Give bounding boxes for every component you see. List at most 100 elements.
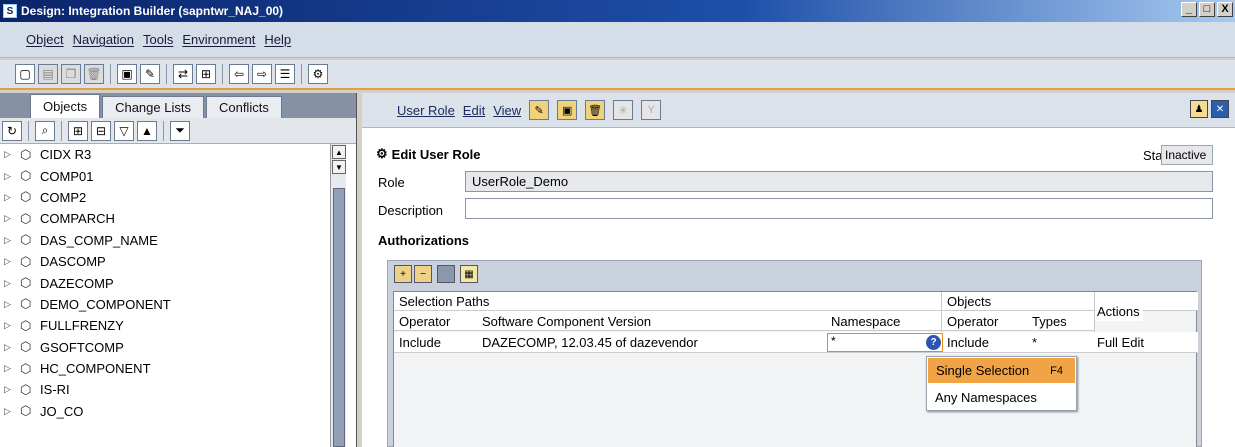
menu-environment[interactable]: Environment [182,32,255,47]
table-toolbar: + − ▦ [388,261,1201,287]
option-single-selection[interactable]: Single Selection F4 [928,358,1075,383]
menu-edit[interactable]: Edit [463,103,485,118]
funnel-icon[interactable]: ⏷ [170,120,190,141]
edit-icon[interactable]: ✎ [140,64,160,84]
find-icon[interactable]: ⌕ [35,120,55,141]
edit-mode-icon[interactable]: ✎ [529,100,550,120]
value-help-dropdown: Single Selection F4 Any Namespaces [926,356,1077,411]
authorizations-heading: Authorizations [378,233,469,248]
shortcut-key: F4 [1050,364,1063,377]
expand-triangle-icon[interactable]: ▷ [4,363,14,374]
tree-item[interactable]: ▷ ⬡ FULLFRENZY [0,315,330,336]
close-editor-icon[interactable]: ✕ [1211,100,1229,118]
header-actions: Actions [1094,302,1143,321]
up-icon[interactable]: ▲ [137,120,157,141]
scroll-down-icon[interactable]: ▼ [332,160,346,174]
save-icon[interactable]: ▣ [117,64,137,84]
tree-item[interactable]: ▷ ⬡ CIDX R3 [0,144,330,165]
expand-triangle-icon[interactable]: ▷ [4,278,14,289]
option-any-namespaces[interactable]: Any Namespaces [927,384,1076,410]
tab-change-lists[interactable]: Change Lists [102,96,204,118]
expand-triangle-icon[interactable]: ▷ [4,171,14,182]
menu-tools[interactable]: Tools [143,32,173,47]
tree-item[interactable]: ▷ ⬡ IS-RI [0,379,330,400]
close-button[interactable]: X [1217,2,1233,17]
menu-user-role[interactable]: User Role [397,103,455,118]
value-help-icon[interactable]: ? [926,335,941,350]
status-badge: Inactive [1161,145,1213,165]
header-namespace: Namespace [831,314,901,329]
settings-icon[interactable]: ⚙ [308,64,328,84]
component-icon: ⬡ [20,339,32,355]
cell-actions: Full Edit [1097,335,1144,350]
forward-icon[interactable]: ⇨ [252,64,272,84]
new-icon[interactable]: ▢ [15,64,35,84]
tree-item[interactable]: ▷ ⬡ DASCOMP [0,251,330,272]
table-row[interactable]: Include DAZECOMP, 12.03.45 of dazevendor… [394,332,1198,353]
expand-triangle-icon[interactable]: ▷ [4,406,14,417]
tree-item[interactable]: ▷ ⬡ DEMO_COMPONENT [0,294,330,315]
expand-triangle-icon[interactable]: ▷ [4,192,14,203]
check-icon[interactable]: Y [641,100,662,120]
tree-scrollbar[interactable]: ▲ ▼ [330,144,346,447]
tree-item-label: COMP2 [40,189,87,205]
tree-item-label: COMP01 [40,168,94,184]
expand-triangle-icon[interactable]: ▷ [4,256,14,267]
tab-objects[interactable]: Objects [30,94,101,118]
tree-item[interactable]: ▷ ⬡ DAZECOMP [0,272,330,293]
tree-item[interactable]: ▷ ⬡ GSOFTCOMP [0,337,330,358]
component-icon: ⬡ [20,253,32,269]
minimize-button[interactable]: _ [1181,2,1197,17]
expand-triangle-icon[interactable]: ▷ [4,384,14,395]
menu-view[interactable]: View [493,103,521,118]
tree-item[interactable]: ▷ ⬡ COMPARCH [0,208,330,229]
expand-triangle-icon[interactable]: ▷ [4,299,14,310]
header-types: Types [1032,314,1067,329]
tree-item[interactable]: ▷ ⬡ DAS_COMP_NAME [0,230,330,251]
tree-item-label: COMPARCH [40,211,115,227]
scroll-thumb[interactable] [333,188,345,447]
expand-triangle-icon[interactable]: ▷ [4,320,14,331]
toolbar-separator [166,64,167,84]
menu-navigation[interactable]: Navigation [73,32,134,47]
expand-triangle-icon[interactable]: ▷ [4,235,14,246]
display-icon[interactable]: ☰ [275,64,295,84]
filter-icon[interactable]: ▽ [114,120,134,141]
header-object-operator: Operator [947,314,999,329]
delete-icon[interactable]: 🗑 [84,64,104,84]
menu-object[interactable]: Object [26,32,64,47]
tree-item-label: DAZECOMP [40,275,114,291]
expand-triangle-icon[interactable]: ▷ [4,342,14,353]
navigate-icon[interactable]: ⇄ [173,64,193,84]
component-icon: ⬡ [20,296,32,312]
copy-icon[interactable]: ❐ [61,64,81,84]
delete-icon[interactable]: 🗑 [585,100,606,120]
page-title: ⚙ Edit User Role [376,146,481,162]
expand-triangle-icon[interactable]: ▷ [4,213,14,224]
expand-triangle-icon[interactable]: ▷ [4,149,14,160]
table-settings-icon[interactable]: ▦ [460,265,478,283]
back-icon[interactable]: ⇦ [229,64,249,84]
hierarchy-icon[interactable]: ⊞ [196,64,216,84]
collapse-icon[interactable]: ⊟ [91,120,111,141]
component-icon: ⬡ [20,232,32,248]
activate-icon[interactable]: ✳ [613,100,634,120]
header-software-component-version: Software Component Version [482,314,652,329]
tree-item[interactable]: ▷ ⬡ HC_COMPONENT [0,358,330,379]
tab-conflicts[interactable]: Conflicts [205,96,282,118]
tree-item[interactable]: ▷ ⬡ JO_CO [0,401,330,422]
tree-item[interactable]: ▷ ⬡ COMP01 [0,165,330,186]
scroll-up-icon[interactable]: ▲ [332,145,346,159]
menu-help[interactable]: Help [264,32,291,47]
pin-icon[interactable]: ♟ [1190,100,1208,118]
delete-row-icon[interactable]: − [414,265,432,283]
description-field[interactable] [465,198,1213,219]
open-icon[interactable]: ▤ [38,64,58,84]
refresh-icon[interactable]: ↻ [2,120,22,141]
tree-item[interactable]: ▷ ⬡ COMP2 [0,187,330,208]
save-icon[interactable]: ▣ [557,100,578,120]
insert-row-icon[interactable]: + [394,265,412,283]
expand-icon[interactable]: ⊞ [68,120,88,141]
component-icon: ⬡ [20,403,32,419]
maximize-button[interactable]: □ [1199,2,1215,17]
